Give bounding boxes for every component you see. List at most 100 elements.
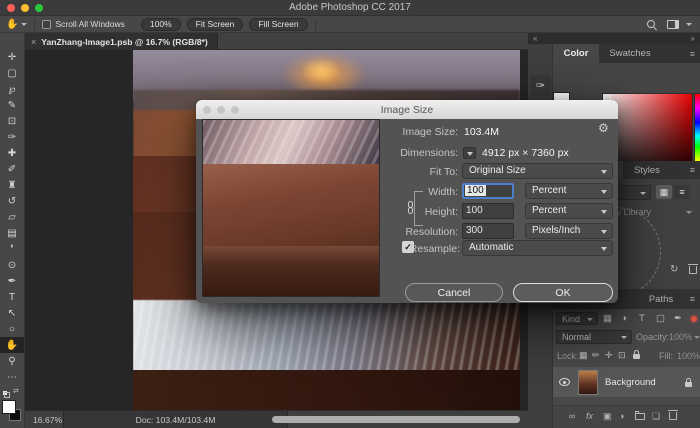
pen-tool[interactable]: ✒ [0,273,24,289]
dodge-tool[interactable]: ⊙ [0,257,24,273]
lock-transparency-icon[interactable]: ▦ [579,350,588,361]
blend-mode-dropdown[interactable]: Normal [556,330,632,344]
ellipse-tool[interactable]: ○ [0,321,24,337]
opacity-value[interactable]: 100% [669,332,692,342]
tab-color[interactable]: Color [553,44,599,63]
resolution-unit-dropdown[interactable]: Pixels/Inch [525,223,613,239]
resample-dropdown[interactable]: Automatic [462,240,613,256]
layers-panel: Kind ▦ ◑ T ▢ ✒ Normal Opacity: 100% Lock… [553,309,700,428]
path-selection-tool[interactable]: ↖ [0,305,24,321]
history-brush-tool[interactable]: ↺ [0,193,24,209]
layer-mask-icon[interactable]: ▣ [603,411,612,422]
adjustment-layer-icon[interactable]: ◑ [619,411,624,421]
delete-library-item-icon[interactable] [689,266,697,274]
document-info[interactable]: Doc: 103.4M/103.4M › [63,411,288,428]
grid-view-button[interactable]: ▦ [656,185,672,199]
filter-shape-layers-icon[interactable]: ▢ [656,313,665,324]
swap-colors-icon[interactable]: ⇄ [13,387,19,395]
blur-tool[interactable]: ❜ [0,241,24,257]
quick-selection-tool[interactable]: ✎ [0,97,24,113]
horizontal-scrollbar-thumb[interactable] [272,416,520,423]
workspace-chevron-icon[interactable] [686,23,692,26]
delete-layer-icon[interactable] [669,412,677,420]
photoshop-window: Adobe Photoshop CC 2017 ✋ Scroll All Win… [0,0,700,428]
layer-row-background[interactable]: Background [553,367,700,397]
tab-paths[interactable]: Paths [638,289,684,309]
move-tool[interactable]: ✛ [0,49,24,65]
dimensions-unit-dropdown[interactable] [463,147,476,159]
fill-value[interactable]: 100% [677,351,700,361]
layer-style-icon[interactable]: fx [586,411,593,421]
spot-healing-brush-tool[interactable]: ✚ [0,145,24,161]
layer-visibility-eye-icon[interactable] [559,378,570,386]
filter-pixel-layers-icon[interactable]: ▦ [603,313,612,324]
tab-swatches[interactable]: Swatches [599,44,661,63]
image-size-dialog: Image Size Image Size: 103.4M ⚙ Dimensio… [196,100,618,303]
panel-menu-icon[interactable]: ≡ [690,294,695,304]
height-unit-dropdown[interactable]: Percent [525,203,613,219]
layer-name[interactable]: Background [605,377,656,388]
layer-thumbnail[interactable] [578,370,598,395]
lock-all-icon[interactable] [633,354,640,359]
new-group-icon[interactable] [635,413,645,420]
resolution-field[interactable]: 300 [462,223,514,239]
tool-preset-chevron-icon[interactable] [21,23,27,26]
eraser-tool[interactable]: ▱ [0,209,24,225]
lock-position-icon[interactable]: ✛ [605,350,613,361]
crop-tool[interactable]: ⊡ [0,113,24,129]
filter-toggle-icon[interactable] [691,316,697,322]
lasso-tool[interactable]: ℘ [0,81,24,97]
close-tab-icon[interactable]: × [31,37,36,47]
width-label: Width: [338,186,458,198]
collapse-panels-icon[interactable]: « [533,34,537,43]
width-field[interactable]: 100 [462,183,514,199]
layer-filter-dropdown[interactable]: Kind [556,312,598,325]
height-field[interactable]: 100 [462,203,514,219]
eyedropper-tool[interactable]: ✑ [0,129,24,145]
opacity-chevron-icon[interactable] [694,336,700,339]
brushes-panel-icon[interactable]: ✑ [530,75,551,96]
workspace-switcher-icon[interactable] [667,20,679,29]
layers-panel-footer: ∞ fx ▣ ◑ ❏ [553,405,700,428]
image-size-value: 103.4M [464,126,499,138]
hand-tool[interactable]: ✋ [0,337,24,353]
clone-stamp-tool[interactable]: ♜ [0,177,24,193]
lock-pixels-icon[interactable]: ✏ [592,350,600,361]
filter-smart-objects-icon[interactable]: ✒ [674,313,682,324]
list-view-button[interactable]: ≡ [674,185,690,199]
zoom-tool[interactable]: ⚲ [0,353,24,369]
sync-library-icon[interactable]: ↻ [670,264,678,275]
document-tab[interactable]: × YanZhang-Image1.psb @ 16.7% (RGB/8*) [25,33,218,50]
search-icon[interactable] [647,20,655,28]
gradient-tool[interactable]: ▤ [0,225,24,241]
dialog-titlebar[interactable]: Image Size [196,100,618,119]
default-colors-icon[interactable] [3,391,10,398]
edit-toolbar-button[interactable]: ⋯ [0,369,24,385]
brush-tool[interactable]: ✐ [0,161,24,177]
zoom-level-field[interactable]: 16.67% [33,415,62,425]
cancel-button[interactable]: Cancel [405,283,503,302]
fill-screen-button[interactable]: Fill Screen [249,18,307,31]
lock-artboard-icon[interactable]: ⊡ [618,350,626,361]
rectangular-marquee-tool[interactable]: ▢ [0,65,24,81]
tab-styles[interactable]: Styles [623,161,671,179]
zoom-100-button[interactable]: 100% [141,18,181,31]
type-tool[interactable]: T [0,289,24,305]
ok-button[interactable]: OK [513,283,613,302]
filter-adjustment-layers-icon[interactable]: ◑ [621,313,627,324]
expand-panels-icon[interactable]: » [691,34,695,43]
scroll-all-windows-checkbox[interactable] [42,20,51,29]
new-layer-icon[interactable]: ❏ [652,411,660,422]
width-unit-dropdown[interactable]: Percent [525,183,613,199]
filter-type-layers-icon[interactable]: T [639,313,645,324]
fit-screen-button[interactable]: Fit Screen [187,18,244,31]
panel-menu-icon[interactable]: ≡ [690,165,695,175]
gear-menu-icon[interactable]: ⚙ [598,121,609,135]
document-tab-bar: × YanZhang-Image1.psb @ 16.7% (RGB/8*) [25,33,528,50]
link-layers-icon[interactable]: ∞ [569,411,575,421]
foreground-color-swatch[interactable] [3,401,15,413]
document-tab-label: YanZhang-Image1.psb @ 16.7% (RGB/8*) [41,37,207,47]
panel-menu-icon[interactable]: ≡ [690,49,695,59]
fit-to-dropdown[interactable]: Original Size [462,163,613,179]
tool-options-bar: ✋ Scroll All Windows 100% Fit Screen Fil… [0,16,700,33]
